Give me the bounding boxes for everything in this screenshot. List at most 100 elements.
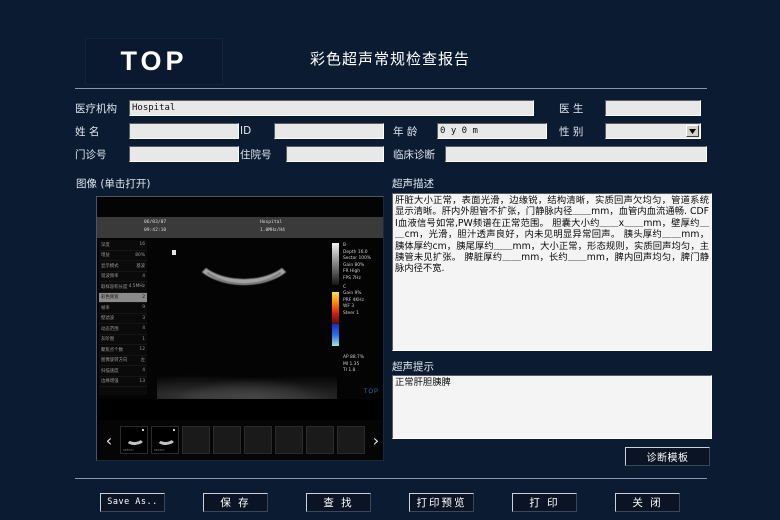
thumbnail-item[interactable]: 060307 <box>151 426 179 454</box>
thumbnail-next-arrow-icon[interactable]: › <box>368 425 383 455</box>
institution-input[interactable]: Hospital <box>129 100 534 116</box>
doctor-label: 医 生 <box>559 102 584 115</box>
menu-item-selected[interactable]: 彩色频宽 2 <box>99 292 147 303</box>
velocity-scale-bar-icon <box>332 324 339 346</box>
ultrasound-image[interactable]: 06/03/07 09:42:10 Hospital 1.0MHz/H4 深度 1… <box>97 197 383 399</box>
clinical-diagnosis-label: 临床诊断 <box>393 148 435 161</box>
menu-item[interactable]: 壁滤波 3 <box>99 314 147 324</box>
gender-label: 性 别 <box>559 125 584 138</box>
outpatient-label: 门诊号 <box>75 148 107 161</box>
save-button[interactable]: 保 存 <box>203 492 268 512</box>
thumbnail-item-empty[interactable] <box>182 426 210 454</box>
description-textarea[interactable]: 肝脏大小正常，表面光滑，边缘锐，结构清晰，实质回声欠均匀，管道系统显示清晰。肝内… <box>392 193 712 351</box>
tip-textarea[interactable]: 正常肝胆胰脾 <box>392 375 712 439</box>
thumbnail-item-empty[interactable] <box>306 426 334 454</box>
menu-item-value: 9 <box>142 305 145 311</box>
menu-item-name: 谐波频率 <box>101 274 119 280</box>
scan-date: 06/03/07 <box>144 220 167 225</box>
ultrasound-settings-menu[interactable]: 深度 16 增益 80% 显示模式 基波 谐波频率 4 取样容积长度 4.5MHz 彩色频… <box>99 240 147 395</box>
chevron-down-icon[interactable] <box>686 125 699 137</box>
thumbnail-caption: 060307 <box>123 448 134 452</box>
param-sector: Sector 100% <box>343 256 372 262</box>
footer-divider <box>75 478 707 479</box>
id-input[interactable] <box>274 123 384 139</box>
menu-item[interactable]: 灰阶图 1 <box>99 335 147 345</box>
menu-item[interactable]: 扫描速度 4 <box>99 366 147 377</box>
field-age: 年 龄 0 y 0 m <box>393 123 547 139</box>
thumbnail-strip: ‹ 060307 060307 › <box>97 420 383 460</box>
menu-item[interactable]: 动态范围 4 <box>99 324 147 335</box>
field-doctor: 医 生 <box>559 100 701 116</box>
inpatient-label: 住院号 <box>240 148 272 161</box>
menu-item-name: 深度 <box>101 242 110 248</box>
menu-item-name: 壁滤波 <box>101 316 115 322</box>
menu-item-name: 帧率 <box>101 305 110 311</box>
color-doppler-bar-icon <box>332 292 339 324</box>
name-input[interactable] <box>129 123 239 139</box>
menu-item[interactable]: 谐波频率 4 <box>99 272 147 282</box>
menu-item-name: 边缘增强 <box>101 379 119 385</box>
thumbnail-item-empty[interactable] <box>213 426 241 454</box>
print-button[interactable]: 打 印 <box>512 492 577 512</box>
param-color-gain: Gain 9% <box>343 291 362 297</box>
menu-item[interactable]: 边缘增强 13 <box>99 377 147 387</box>
thumbnail-item-empty[interactable] <box>275 426 303 454</box>
ultrasound-parameters: B Depth 16.0 Sector 100% Gain 80% FR Hig… <box>343 243 383 318</box>
menu-item-value: 4 <box>142 326 145 332</box>
param-fr: FR High <box>343 269 361 275</box>
menu-item[interactable]: 图像旋转方向 左 <box>99 356 147 366</box>
ultrasound-output-indices: AP 88.7% MI 1.35 TI 1.8 <box>343 355 383 375</box>
thumbnail-caption: 060307 <box>154 448 165 452</box>
menu-item-name: 取样容积长度 <box>101 284 128 290</box>
menu-item[interactable]: 显示模式 基波 <box>99 261 147 272</box>
clinical-diagnosis-input[interactable] <box>445 146 707 162</box>
tip-text: 正常肝胆胰脾 <box>395 377 451 388</box>
thumbnail-item[interactable]: 060307 <box>120 426 148 454</box>
save-as-button[interactable]: Save As.. <box>100 492 165 512</box>
image-panel-label: 图像 (单击打开) <box>76 178 151 190</box>
menu-item-value: 80% <box>135 252 145 258</box>
thumbnail-prev-arrow-icon[interactable]: ‹ <box>101 425 117 455</box>
menu-item[interactable]: 增益 80% <box>99 251 147 261</box>
param-ap: AP 88.7% <box>343 355 364 360</box>
menu-item-value: 4 <box>142 368 145 374</box>
menu-item[interactable]: 深度 16 <box>99 240 147 251</box>
menu-item-value: 2 <box>142 294 145 300</box>
menu-item[interactable]: 取样容积长度 4.5MHz <box>99 282 147 293</box>
image-panel[interactable]: 06/03/07 09:42:10 Hospital 1.0MHz/H4 深度 1… <box>96 196 384 461</box>
grayscale-bar-icon <box>332 243 339 285</box>
age-input[interactable]: 0 y 0 m <box>437 123 547 139</box>
close-button[interactable]: 关 闭 <box>615 492 680 512</box>
print-preview-button[interactable]: 打印预览 <box>409 492 474 512</box>
description-text: 肝脏大小正常，表面光滑，边缘锐，结构清晰，实质回声欠均匀，管道系统显示清晰。肝内… <box>395 195 709 275</box>
ultrasound-scan-arc <box>189 245 299 285</box>
thumbnail-item-empty[interactable] <box>244 426 272 454</box>
inpatient-input[interactable] <box>286 146 384 162</box>
doctor-input[interactable] <box>605 100 701 116</box>
device-brand-watermark: TOP <box>363 389 379 395</box>
action-button-bar: Save As.. 保 存 查 找 打印预览 打 印 关 闭 <box>0 491 780 513</box>
find-button[interactable]: 查 找 <box>306 492 371 512</box>
menu-item[interactable]: 帧率 9 <box>99 303 147 314</box>
outpatient-input[interactable] <box>129 146 239 162</box>
field-id: ID <box>240 123 384 139</box>
menu-item-name: 增益 <box>101 253 110 259</box>
thumbnail-item-empty[interactable] <box>337 426 365 454</box>
diagnosis-template-button[interactable]: 诊断模板 <box>625 447 710 466</box>
menu-item-name: 显示模式 <box>101 263 119 269</box>
menu-item-value: 4.5MHz <box>128 284 145 290</box>
name-label: 姓 名 <box>75 125 100 138</box>
gender-select[interactable] <box>605 123 701 139</box>
menu-item-value: 12 <box>139 347 145 353</box>
menu-item-name: 图像旋转方向 <box>101 358 128 364</box>
menu-item[interactable]: 聚焦点个数 12 <box>99 345 147 356</box>
institution-label: 医疗机构 <box>75 102 117 115</box>
menu-item-name: 聚焦点个数 <box>101 347 123 353</box>
patient-form: 医疗机构 Hospital 医 生 姓 名 ID 年 龄 0 y 0 m 性 别… <box>75 96 707 164</box>
menu-item-value: 左 <box>140 358 145 364</box>
param-steer: Steer 1 <box>343 310 359 316</box>
image-depth-marker <box>172 250 176 255</box>
description-label: 超声描述 <box>392 178 434 190</box>
param-ti: TI 1.8 <box>343 368 356 374</box>
menu-item-value: 3 <box>142 315 145 321</box>
